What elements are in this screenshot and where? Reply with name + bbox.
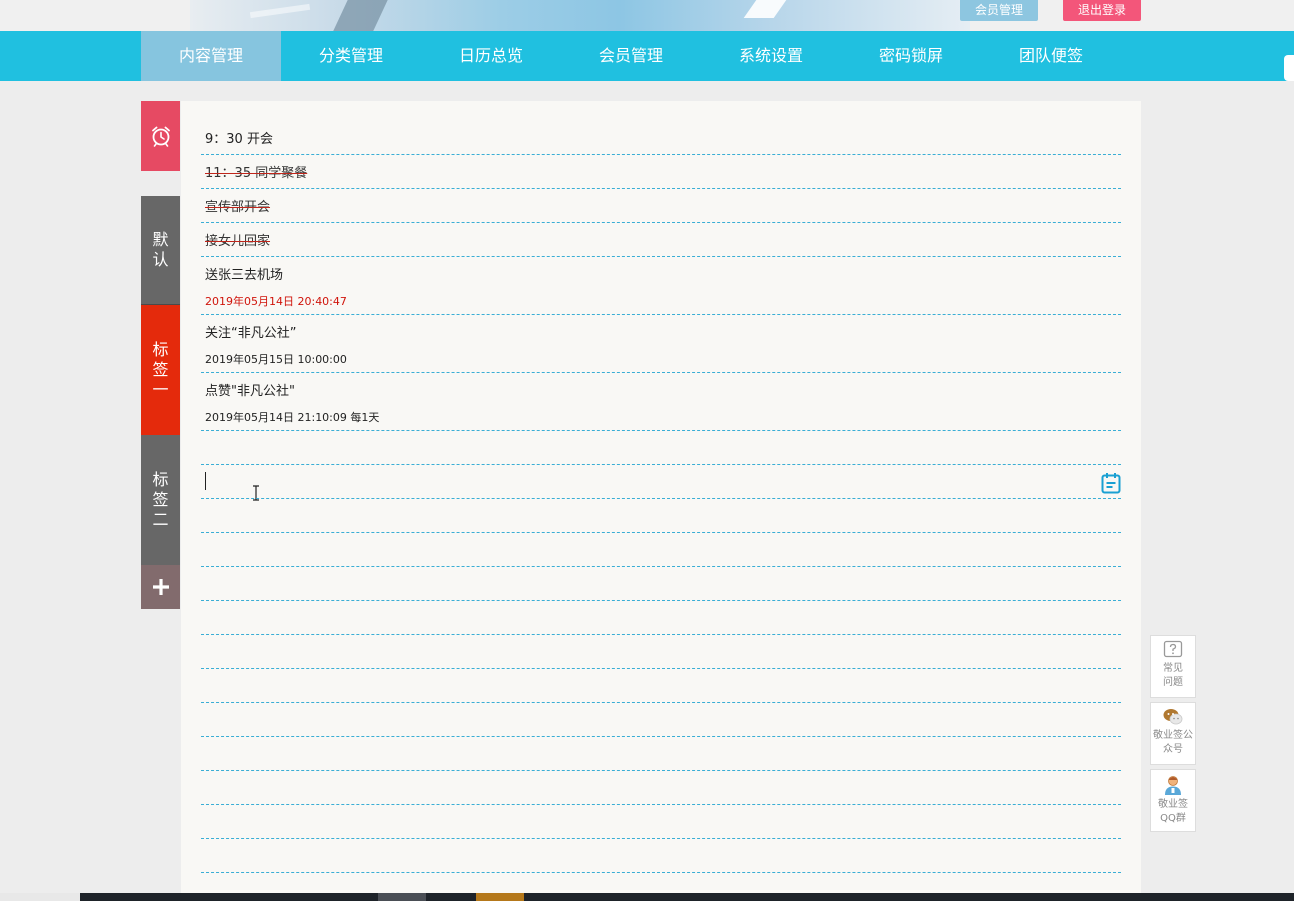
ruled-line: [201, 770, 1121, 771]
wechat-icon: [1163, 709, 1183, 725]
nav-item-3[interactable]: 会员管理: [561, 31, 701, 81]
nav-items: 内容管理 分类管理 日历总览 会员管理 系统设置 密码锁屏 团队便签: [141, 31, 1121, 81]
note-item-text[interactable]: 送张三去机场: [205, 268, 283, 284]
ruled-line: [201, 464, 1121, 465]
ruled-line: [201, 256, 1121, 257]
nav-item-1[interactable]: 分类管理: [281, 31, 421, 81]
note-item-time: 2019年05月14日 21:10:09 每1天: [205, 411, 380, 424]
note-item-text[interactable]: 关注“非凡公社”: [205, 326, 296, 342]
faq-label: 常见问题: [1163, 663, 1183, 688]
ruled-line: [201, 532, 1121, 533]
question-icon: [1163, 640, 1183, 658]
ruled-line: [201, 838, 1121, 839]
tab-reminders[interactable]: [141, 101, 180, 171]
alarm-clock-icon: [151, 126, 170, 147]
note-paper: 9：30 开会 11：35 同学聚餐 宣传部开会接女儿回家送张三去机场 2019年05…: [181, 101, 1141, 893]
nav-edge-handle[interactable]: [1284, 55, 1294, 81]
ruled-line: [201, 872, 1121, 873]
header-banner: 会员管理 退出登录: [0, 0, 1294, 31]
main-nav: 内容管理 分类管理 日历总览 会员管理 系统设置 密码锁屏 团队便签: [0, 31, 1294, 81]
text-caret: [205, 472, 206, 490]
ruled-line: [201, 222, 1121, 223]
nav-item-0[interactable]: 内容管理: [141, 31, 281, 81]
plus-icon: [152, 579, 169, 595]
note-item-text[interactable]: 9：30 开会: [205, 132, 273, 148]
note-item-text[interactable]: 点赞"非凡公社": [205, 384, 295, 400]
tab-tag1-label: 标签一: [152, 340, 169, 399]
category-tabs: 默认 标签一 标签二: [141, 101, 180, 609]
nav-item-4[interactable]: 系统设置: [701, 31, 841, 81]
ruled-line: [201, 372, 1121, 373]
add-tab-button[interactable]: [141, 565, 180, 609]
tab-tag2-label: 标签二: [152, 470, 169, 529]
faq-button[interactable]: 常见问题: [1150, 635, 1196, 698]
nav-item-6[interactable]: 团队便签: [981, 31, 1121, 81]
ruled-line: [201, 668, 1121, 669]
banner-art: [190, 0, 970, 31]
taskbar-app-active[interactable]: [476, 893, 524, 901]
tab-tag1[interactable]: 标签一: [141, 305, 180, 435]
tab-default-label: 默认: [152, 230, 169, 269]
wechat-button[interactable]: 敬业签公众号: [1150, 702, 1196, 765]
taskbar-app[interactable]: [378, 893, 426, 901]
ruled-line: [201, 430, 1121, 431]
ruled-line: [201, 154, 1121, 155]
ruled-line: [201, 634, 1121, 635]
member-manage-button[interactable]: 会员管理: [960, 0, 1038, 21]
ruled-line: [201, 702, 1121, 703]
wechat-label: 敬业签公众号: [1153, 730, 1193, 755]
qq-group-button[interactable]: 敬业签QQ群: [1150, 769, 1196, 832]
ruled-line: [201, 600, 1121, 601]
ruled-line: [201, 566, 1121, 567]
ruled-line: [201, 736, 1121, 737]
note-item-text[interactable]: 11：35 同学聚餐: [205, 166, 307, 182]
ruled-line: [201, 804, 1121, 805]
os-taskbar: [0, 893, 1294, 901]
note-item-text[interactable]: 宣传部开会: [205, 200, 270, 216]
note-item-time: 2019年05月14日 20:40:47: [205, 295, 347, 308]
ruled-line: [201, 314, 1121, 315]
ruled-line: [201, 498, 1121, 499]
tab-default[interactable]: 默认: [141, 196, 180, 305]
note-item-time: 2019年05月15日 10:00:00: [205, 353, 347, 366]
qq-group-icon: [1165, 776, 1181, 795]
ruled-line: [201, 188, 1121, 189]
nav-item-2[interactable]: 日历总览: [421, 31, 561, 81]
calendar-icon[interactable]: [1101, 472, 1121, 494]
note-item-text[interactable]: 接女儿回家: [205, 234, 270, 250]
nav-item-5[interactable]: 密码锁屏: [841, 31, 981, 81]
logout-button[interactable]: 退出登录: [1063, 0, 1141, 21]
tab-tag2[interactable]: 标签二: [141, 435, 180, 565]
qq-group-label: 敬业签QQ群: [1158, 799, 1188, 824]
